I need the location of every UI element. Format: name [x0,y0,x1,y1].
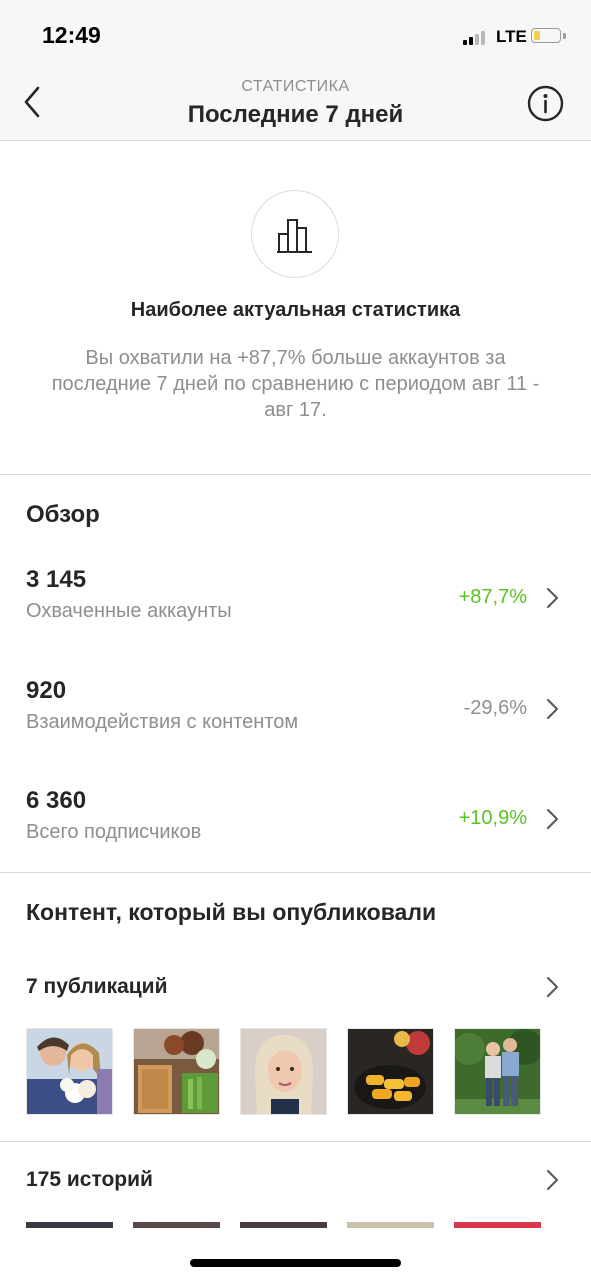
post-thumbnail[interactable] [240,1028,327,1115]
story-thumbnail[interactable] [454,1222,541,1228]
metric-change: +87,7% [458,586,527,608]
chevron-right-icon [547,977,558,997]
post-thumbnail[interactable] [454,1028,541,1115]
metric-value: 920 [26,677,67,704]
network-label: LTE [496,27,527,46]
story-thumbnail[interactable] [240,1222,327,1228]
chevron-right-icon [547,809,558,829]
battery-icon [531,28,561,43]
highlight-icon-circle [251,190,339,278]
highlight-text: Вы охватили на +87,7% больше аккаунтов з… [51,347,540,421]
status-time: 12:49 [42,22,101,48]
metric-row-followers[interactable]: 6 360 Всего подписчиков +10,9% [0,787,591,867]
metric-label: Охваченные аккаунты [26,600,232,622]
overview-title: Обзор [26,501,100,528]
highlight-title: Наиболее актуальная статистика [130,299,461,321]
highlight-section: Наиболее актуальная статистика Вы охвати… [0,141,591,475]
metric-change: +10,9% [458,807,527,829]
metric-label: Взаимодействия с контентом [26,711,299,733]
post-thumbnail[interactable] [347,1028,434,1115]
story-thumbnail[interactable] [26,1222,113,1228]
chevron-right-icon [547,588,558,608]
info-icon[interactable] [527,85,564,122]
content-title: Контент, который вы опубликовали [26,899,437,925]
battery-tip [563,33,566,39]
metric-row-interactions[interactable]: 920 Взаимодействия с контентом -29,6% [0,677,591,757]
signal-icon [463,31,491,45]
divider [0,1141,591,1142]
nav-subtitle: СТАТИСТИКА [241,78,350,95]
story-thumbnail[interactable] [133,1222,220,1228]
metric-value: 6 360 [26,787,87,814]
chevron-right-icon [547,699,558,719]
metric-row-reach[interactable]: 3 145 Охваченные аккаунты +87,7% [0,566,591,646]
chevron-right-icon [547,1170,558,1190]
post-thumbnail[interactable] [133,1028,220,1115]
home-indicator[interactable] [190,1259,401,1267]
status-bar: 12:49 LTE [0,0,591,70]
stories-label: 175 историй [26,1168,153,1191]
metric-label: Всего подписчиков [26,821,202,843]
bar-chart-icon [277,219,312,253]
metric-value: 3 145 [26,566,87,593]
story-thumbnail[interactable] [347,1222,434,1228]
page-title: Последние 7 дней [187,101,404,128]
divider [0,872,591,873]
posts-label: 7 публикаций [26,975,168,998]
nav-bar: СТАТИСТИКА Последние 7 дней [0,70,591,141]
metric-change: -29,6% [463,697,527,719]
post-thumbnail[interactable] [26,1028,113,1115]
